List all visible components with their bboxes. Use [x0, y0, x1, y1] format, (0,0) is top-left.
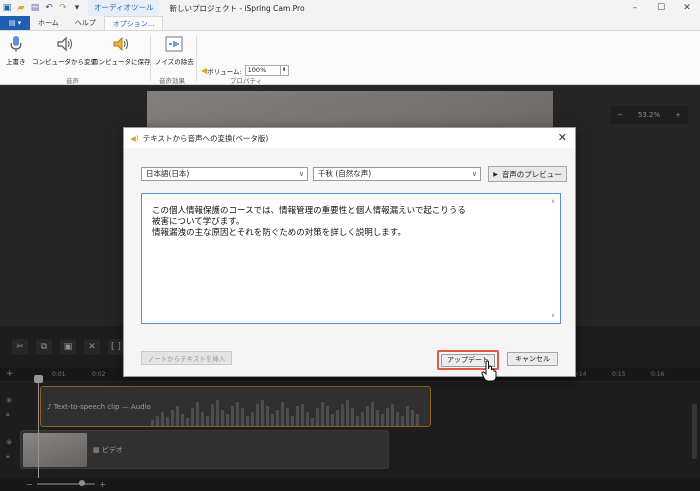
speaker-save-icon	[112, 35, 130, 53]
hand-cursor-icon	[481, 360, 497, 382]
scroll-down-icon[interactable]: ∨	[551, 310, 555, 321]
microphone-icon	[7, 35, 25, 53]
maximize-icon[interactable]: ☐	[648, 0, 674, 16]
window-title: 新しいプロジェクト - iSpring Cam Pro	[169, 3, 305, 13]
scroll-up-icon[interactable]: ∧	[551, 196, 555, 207]
insert-from-notes-button[interactable]: ノートからテキストを挿入	[141, 351, 232, 365]
tab-home[interactable]: ホーム	[30, 16, 67, 30]
app-logo-icon: ▣	[2, 3, 12, 13]
group-separator	[196, 35, 197, 81]
text-line: 被害について学びます。	[152, 217, 245, 227]
tab-options[interactable]: オプション...	[103, 16, 164, 30]
speech-text-input[interactable]: この個人情報保護のコースでは、情報管理の重要性と個人情報漏えいで起こりうる 被害…	[141, 193, 561, 324]
open-folder-icon[interactable]: ▰	[14, 1, 28, 15]
minimize-icon[interactable]: –	[622, 0, 648, 16]
language-value: 日本語(日本)	[146, 169, 190, 178]
volume-label: ボリューム:	[207, 67, 242, 76]
speaker-icon	[56, 35, 74, 53]
group-label-properties: プロパティ	[230, 77, 263, 85]
voice-preview-label: 音声のプレビュー	[501, 169, 562, 179]
noise-removal-label: ノイズの除去	[155, 58, 194, 66]
group-label-audio: 音声	[66, 77, 79, 85]
context-tab-audio-tools[interactable]: オーディオツール	[88, 0, 160, 16]
tts-icon: ◀)	[130, 133, 139, 143]
customize-quick-access-icon[interactable]: ▾	[70, 1, 84, 15]
undo-icon[interactable]: ↶	[42, 1, 56, 15]
dialog-title: テキストから音声への変換(ベータ版)	[142, 133, 269, 143]
file-menu-icon: ▤ ▾	[8, 19, 22, 27]
group-label-sound-effects: 音声効果	[159, 77, 185, 85]
chevron-down-icon: ∨	[298, 170, 304, 178]
ribbon-tabs: ▤ ▾ ホーム ヘルプ オプション...	[0, 16, 700, 31]
voice-select[interactable]: 千秋 (自然な声) ∨	[313, 167, 481, 181]
ribbon: 上書き コンピュータから変更 コンピュータに保存 ノイズの除去 ◀ ボリューム:	[0, 31, 700, 85]
save-to-computer-button[interactable]: コンピュータに保存	[92, 35, 151, 66]
play-icon: ▶	[493, 170, 498, 178]
save-icon[interactable]: ▤	[28, 1, 42, 15]
cancel-button[interactable]: キャンセル	[507, 352, 558, 366]
noise-removal-button[interactable]: ノイズの除去	[155, 35, 194, 66]
change-from-computer-button[interactable]: コンピュータから変更	[32, 35, 97, 66]
volume-spinner-icon[interactable]: ⬍	[279, 66, 288, 75]
group-separator	[150, 35, 151, 81]
text-scrollbar[interactable]: ∧ ∨	[551, 196, 558, 321]
file-menu-button[interactable]: ▤ ▾	[0, 16, 30, 30]
language-select[interactable]: 日本語(日本) ∨	[141, 167, 308, 181]
dialog-title-bar: ◀) テキストから音声への変換(ベータ版) ✕	[124, 128, 575, 148]
text-line: この個人情報保護のコースでは、情報管理の重要性と個人情報漏えいで起こりうる	[152, 206, 466, 216]
close-icon[interactable]: ✕	[558, 131, 567, 144]
chevron-down-icon: ∨	[471, 170, 477, 178]
overwrite-button[interactable]: 上書き	[6, 35, 26, 66]
close-window-icon[interactable]: ✕	[674, 0, 700, 16]
noise-removal-icon	[165, 35, 183, 53]
title-bar: ▣ ▰ ▤ ↶ ↷ ▾ オーディオツール 新しいプロジェクト - iSpring…	[0, 0, 700, 16]
overwrite-label: 上書き	[6, 58, 26, 66]
change-from-computer-label: コンピュータから変更	[32, 58, 97, 66]
voice-value: 千秋 (自然な声)	[318, 169, 372, 178]
save-to-computer-label: コンピュータに保存	[92, 58, 151, 66]
voice-preview-button[interactable]: ▶ 音声のプレビュー	[488, 166, 567, 182]
tab-help[interactable]: ヘルプ	[67, 16, 104, 30]
redo-icon[interactable]: ↷	[56, 1, 70, 15]
volume-value: 100%	[247, 66, 267, 74]
text-to-speech-dialog: ◀) テキストから音声への変換(ベータ版) ✕ 日本語(日本) ∨ 千秋 (自然…	[123, 127, 576, 377]
text-line: 情報漏洩の主な原因とそれを防ぐための対策を詳しく説明します。	[152, 228, 406, 238]
